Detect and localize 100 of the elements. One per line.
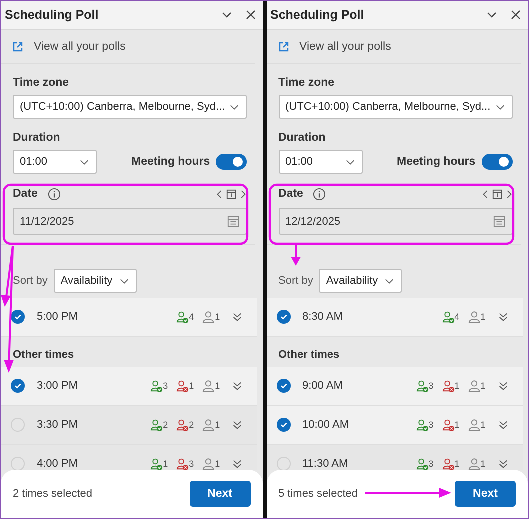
person-icon: [202, 418, 216, 432]
time-label: 4:00 PM: [37, 458, 78, 470]
annotation-arrow: [290, 245, 301, 266]
double-chevron-icon[interactable]: [232, 380, 244, 392]
person-check-icon: [150, 418, 164, 432]
time-label: 3:00 PM: [37, 380, 78, 392]
accepted-count: 4: [454, 312, 460, 322]
double-chevron-icon[interactable]: [232, 420, 244, 430]
meeting-hours-label: Meeting hours: [132, 156, 210, 168]
meeting-hours-toggle[interactable]: [482, 154, 513, 170]
calendar-icon: [492, 215, 506, 228]
sort-dropdown[interactable]: Availability: [54, 269, 137, 293]
double-chevron-icon[interactable]: [498, 420, 509, 430]
time-row[interactable]: 10:00 AM 3 1 1: [266, 406, 523, 445]
person-icon: [468, 418, 481, 432]
external-link-icon: [12, 40, 24, 52]
time-row[interactable]: 3:00 PM 3 1 1: [1, 367, 258, 406]
time-label: 8:30 AM: [302, 311, 343, 323]
calendar-icon: [227, 215, 240, 228]
info-icon[interactable]: [48, 188, 61, 200]
previous-icon[interactable]: [482, 188, 489, 200]
sort-label: Sort by: [278, 275, 314, 287]
section-heading: Other times: [278, 348, 341, 363]
field-label: Duration: [278, 131, 327, 146]
person-icon: [202, 310, 216, 324]
double-chevron-icon[interactable]: [498, 458, 509, 470]
person-check-icon: [150, 380, 164, 392]
date-field[interactable]: 12/12/2025: [278, 208, 513, 235]
time-label: 5:00 PM: [37, 311, 78, 323]
accepted-count: 4: [189, 312, 194, 322]
sort-label: Sort by: [13, 275, 48, 287]
external-link-icon: [278, 40, 290, 52]
double-chevron-icon[interactable]: [232, 458, 244, 470]
time-row[interactable]: 8:30 AM 4 1: [266, 298, 523, 337]
person-check-icon: [416, 380, 429, 392]
date-label: Date: [278, 188, 304, 200]
next-button[interactable]: Next: [455, 481, 516, 507]
no-response-count: 1: [215, 312, 220, 322]
time-row[interactable]: 9:00 AM 3 1 1: [266, 367, 523, 406]
meeting-hours-label: Meeting hours: [397, 156, 476, 168]
time-label: 11:30 AM: [302, 458, 348, 470]
no-response-count: 1: [480, 312, 486, 322]
checkbox[interactable]: [11, 310, 25, 324]
today-icon[interactable]: [226, 188, 238, 200]
close-icon[interactable]: [244, 9, 256, 21]
checkbox[interactable]: [276, 418, 290, 432]
person-check-icon: [416, 418, 429, 432]
section-heading: Other times: [12, 348, 76, 363]
previous-icon[interactable]: [216, 188, 224, 200]
no-response-count: 1: [215, 459, 220, 469]
field-label: Time zone: [278, 76, 336, 91]
double-chevron-icon[interactable]: [498, 312, 509, 322]
double-chevron-icon[interactable]: [498, 380, 509, 392]
time-zone-dropdown[interactable]: (UTC+10:00) Canberra, Melbourne, Syd...: [278, 95, 513, 119]
checkbox[interactable]: [276, 379, 290, 393]
accepted-count: 3: [428, 420, 434, 430]
double-chevron-icon[interactable]: [232, 312, 244, 322]
duration-dropdown[interactable]: 01:00: [13, 150, 97, 174]
info-icon[interactable]: [313, 188, 326, 200]
accepted-count: 1: [163, 459, 168, 469]
no-response-count: 1: [480, 420, 486, 430]
selection-count: 5 times selected: [278, 488, 358, 500]
person-check-icon: [442, 310, 455, 324]
duration-dropdown[interactable]: 01:00: [278, 150, 362, 174]
declined-count: 3: [189, 459, 194, 469]
person-check-icon: [176, 310, 190, 324]
time-label: 10:00 AM: [302, 419, 349, 431]
person-declined-icon: [176, 380, 190, 392]
selection-count: 2 times selected: [13, 488, 92, 500]
declined-count: 1: [454, 459, 460, 469]
declined-count: 2: [189, 420, 194, 430]
person-icon: [468, 380, 481, 392]
view-polls-link[interactable]: View all your polls: [34, 40, 126, 52]
time-row[interactable]: 5:00 PM 4 1: [1, 298, 258, 337]
no-response-count: 1: [215, 420, 220, 430]
person-declined-icon: [442, 418, 455, 432]
panel-title: Scheduling Poll: [5, 8, 100, 22]
declined-count: 1: [454, 420, 460, 430]
today-icon[interactable]: [492, 188, 503, 200]
next-button[interactable]: Next: [190, 481, 250, 507]
field-label: Duration: [12, 131, 62, 146]
panel-title: Scheduling Poll: [270, 8, 366, 22]
date-label: Date: [13, 188, 38, 200]
view-polls-link[interactable]: View all your polls: [300, 40, 392, 52]
sort-dropdown[interactable]: Availability: [319, 269, 402, 293]
declined-count: 1: [189, 381, 194, 391]
accepted-count: 2: [163, 420, 168, 430]
time-label: 9:00 AM: [302, 380, 343, 392]
no-response-count: 1: [215, 381, 220, 391]
next-icon[interactable]: [506, 188, 513, 200]
person-icon: [468, 458, 481, 470]
meeting-hours-toggle[interactable]: [216, 154, 248, 170]
next-icon[interactable]: [240, 188, 248, 200]
field-label: Time zone: [12, 76, 70, 91]
checkbox[interactable]: [11, 379, 25, 393]
checkbox[interactable]: [276, 310, 290, 324]
close-icon[interactable]: [510, 9, 522, 21]
time-zone-dropdown[interactable]: (UTC+10:00) Canberra, Melbourne, Syd...: [13, 95, 248, 119]
accepted-count: 3: [163, 381, 168, 391]
date-field[interactable]: 11/12/2025: [13, 208, 248, 235]
